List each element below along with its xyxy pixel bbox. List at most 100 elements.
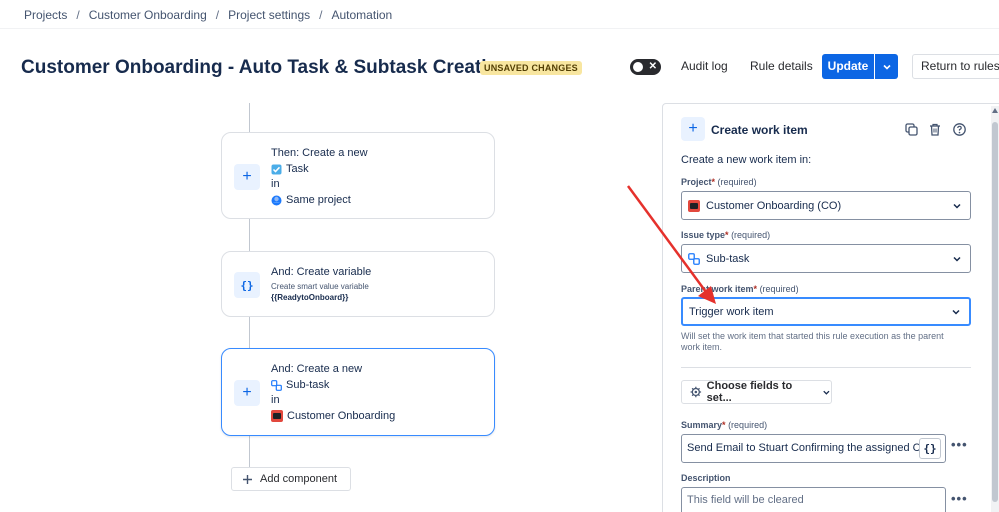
- rule-details-button[interactable]: Rule details: [750, 54, 813, 79]
- parent-label-text: Parent work item: [681, 284, 754, 294]
- flow-card-create-subtask[interactable]: + And: Create a new Sub-task in Customer…: [221, 348, 495, 436]
- parent-select-value: Trigger work item: [689, 305, 774, 318]
- card-content: Then: Create a new Task in Same project: [271, 146, 368, 208]
- card-action-label: And: Create a new: [271, 363, 363, 375]
- page-title: Customer Onboarding - Auto Task & Subtas…: [21, 57, 510, 78]
- breadcrumb-project-settings[interactable]: Project settings: [228, 8, 310, 22]
- panel-scrollbar[interactable]: [991, 106, 999, 512]
- project-avatar-icon: [688, 199, 700, 212]
- subtask-icon: [271, 379, 282, 391]
- card-type-row: Sub-task: [271, 378, 395, 394]
- more-options-icon[interactable]: •••: [951, 491, 968, 506]
- summary-input[interactable]: Send Email to Stuart Confirming the assi…: [681, 434, 946, 463]
- choose-fields-button[interactable]: Choose fields to set...: [681, 380, 832, 404]
- panel-divider: [681, 367, 971, 368]
- card-type-label: Task: [286, 162, 309, 175]
- required-text: (required): [717, 177, 757, 187]
- panel-title: Create work item: [711, 123, 808, 137]
- scroll-up-arrow-icon[interactable]: [992, 108, 998, 113]
- required-asterisk: *: [722, 420, 726, 430]
- audit-log-button[interactable]: Audit log: [681, 54, 728, 79]
- flow-connector: [249, 103, 250, 133]
- project-field-label: Project* (required): [681, 177, 757, 187]
- project-label-text: Project: [681, 177, 712, 187]
- breadcrumb-automation[interactable]: Automation: [332, 8, 393, 22]
- scrollbar-thumb[interactable]: [992, 122, 998, 502]
- required-text: (required): [728, 420, 768, 430]
- update-button[interactable]: Update: [822, 54, 874, 79]
- chevron-down-icon: [953, 256, 961, 262]
- required-asterisk: *: [753, 284, 758, 294]
- card-project-label: Customer Onboarding: [287, 409, 396, 422]
- issue-type-field-label: Issue type* (required): [681, 230, 770, 240]
- summary-label-text: Summary: [681, 420, 723, 430]
- subtask-icon: [688, 252, 700, 265]
- parent-field-label: Parent work item* (required): [681, 284, 799, 294]
- parent-work-item-select[interactable]: Trigger work item: [681, 297, 971, 326]
- card-variable-description: Create smart value variable: [271, 281, 369, 291]
- return-to-rules-button[interactable]: Return to rules: [912, 54, 999, 79]
- card-content: And: Create a new Sub-task in Customer O…: [271, 362, 395, 424]
- chevron-down-icon: [953, 203, 961, 209]
- card-project-row: Customer Onboarding: [271, 409, 395, 425]
- card-action-label: And: Create variable: [271, 266, 372, 278]
- more-options-icon[interactable]: •••: [951, 437, 968, 452]
- card-variable-name: {{ReadytoOnboard}}: [271, 292, 349, 302]
- help-icon[interactable]: [951, 121, 967, 137]
- required-text: (required): [731, 230, 771, 240]
- description-label-text: Description: [681, 473, 731, 483]
- panel-intro-text: Create a new work item in:: [681, 154, 812, 166]
- flow-card-create-variable[interactable]: {} And: Create variable Create smart val…: [221, 251, 495, 317]
- project-select[interactable]: Customer Onboarding (CO): [681, 191, 971, 220]
- card-type-row: Task: [271, 162, 368, 178]
- update-dropdown-button[interactable]: [875, 54, 898, 79]
- breadcrumb-separator: /: [215, 8, 220, 22]
- description-input[interactable]: This field will be cleared: [681, 487, 946, 512]
- smart-value-braces-icon: {}: [234, 272, 260, 298]
- unsaved-changes-badge: UNSAVED CHANGES: [480, 61, 582, 75]
- issue-type-label-text: Issue type: [681, 230, 726, 240]
- header-divider: [0, 28, 999, 29]
- gear-icon: [690, 386, 702, 398]
- required-text: (required): [759, 284, 799, 294]
- plus-icon: [243, 474, 252, 484]
- flow-connector: [249, 317, 250, 348]
- card-in-label: in: [271, 178, 280, 190]
- required-asterisk: *: [725, 230, 729, 240]
- breadcrumb: Projects / Customer Onboarding / Project…: [24, 8, 392, 22]
- card-project-label: Same project: [286, 193, 351, 206]
- card-project-row: Same project: [271, 193, 368, 209]
- project-select-value: Customer Onboarding (CO): [706, 199, 842, 212]
- smart-value-button[interactable]: {}: [919, 438, 941, 459]
- chevron-down-icon: [823, 390, 830, 395]
- trash-icon[interactable]: [927, 121, 943, 137]
- automation-rule-editor: Projects / Customer Onboarding / Project…: [0, 0, 999, 512]
- flow-connector: [249, 436, 250, 467]
- card-in-label: in: [271, 394, 280, 406]
- breadcrumb-customer-onboarding[interactable]: Customer Onboarding: [89, 8, 207, 22]
- rule-enabled-toggle[interactable]: ✕: [630, 59, 661, 75]
- task-checkbox-icon: [271, 164, 282, 175]
- issue-type-select-value: Sub-task: [706, 252, 750, 265]
- add-component-button[interactable]: Add component: [231, 467, 351, 491]
- breadcrumb-separator: /: [319, 8, 323, 22]
- card-content: And: Create variable Create smart value …: [271, 265, 371, 303]
- chevron-down-icon: [882, 64, 891, 70]
- plus-icon: +: [234, 380, 260, 406]
- breadcrumb-projects[interactable]: Projects: [24, 8, 67, 22]
- add-component-label: Add component: [260, 473, 338, 485]
- required-asterisk: *: [711, 177, 716, 187]
- chevron-down-icon: [952, 309, 960, 315]
- card-type-label: Sub-task: [286, 378, 330, 391]
- description-field-label: Description: [681, 473, 731, 483]
- toggle-knob: [633, 62, 643, 72]
- summary-field-label: Summary* (required): [681, 420, 767, 430]
- parent-help-text: Will set the work item that started this…: [681, 331, 944, 352]
- project-avatar-icon: [271, 410, 283, 423]
- globe-project-icon: [271, 195, 282, 206]
- copy-icon[interactable]: [903, 121, 919, 137]
- plus-icon: +: [681, 117, 705, 141]
- toggle-off-icon: ✕: [648, 61, 657, 72]
- issue-type-select[interactable]: Sub-task: [681, 244, 971, 273]
- flow-card-create-task[interactable]: + Then: Create a new Task in Same projec…: [221, 132, 495, 219]
